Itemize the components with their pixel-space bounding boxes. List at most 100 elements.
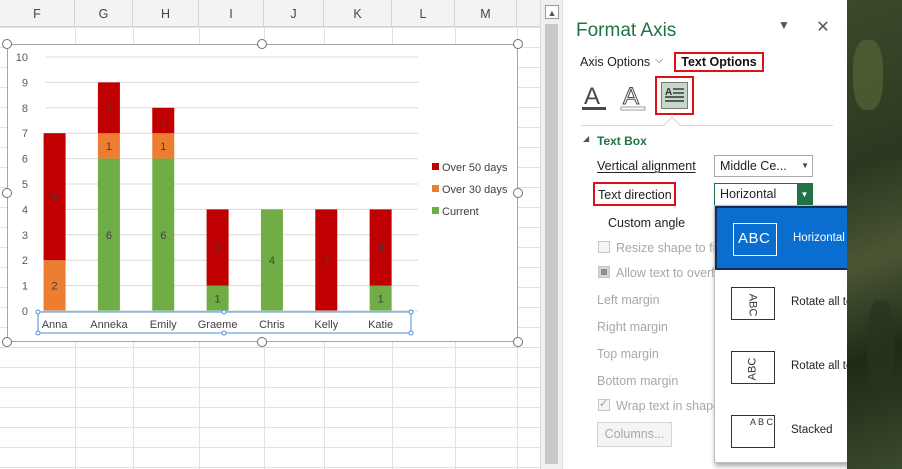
data-label: 1 [160, 116, 166, 128]
column-header-f[interactable]: F [0, 0, 75, 27]
y-tick-label: 1 [22, 281, 28, 293]
axis-handle [408, 330, 414, 336]
legend-swatch [432, 163, 439, 170]
axis-handle [221, 309, 227, 315]
axis-handle [35, 330, 41, 336]
stacked-preview-icon: A B C [731, 415, 775, 448]
text-direction-label: Text direction [598, 188, 672, 202]
allow-overflow-label: Allow text to overf [616, 266, 715, 280]
chart-resize-handle[interactable] [257, 39, 267, 49]
chart-resize-handle[interactable] [513, 188, 523, 198]
close-icon[interactable]: ✕ [813, 17, 833, 37]
column-header-i[interactable]: I [199, 0, 264, 27]
pane-divider-notch [663, 116, 681, 134]
pane-title: Format Axis [576, 20, 677, 41]
pane-divider [581, 125, 833, 126]
text-fill-icon[interactable]: A [580, 80, 610, 114]
axis-handle [35, 309, 41, 315]
background-photo [847, 0, 902, 469]
y-tick-label: 7 [22, 128, 28, 140]
y-tick-label: 9 [22, 77, 28, 89]
column-header-h[interactable]: H [133, 0, 199, 27]
rotate-270-preview-icon: ABC [731, 351, 775, 384]
option-label: Horizontal [793, 232, 845, 244]
text-outline-icon[interactable]: A [619, 80, 649, 114]
stacked-bar-chart[interactable]: 0 1 2 3 4 5 6 7 8 9 10 2 5 Anna 6 1 2 Anneka 6 1 1 Emily 1 3 Gra… [8, 45, 519, 343]
data-label: 1 [215, 293, 221, 305]
data-label: 3 [378, 243, 384, 255]
option-label: Stacked [791, 424, 833, 436]
bottom-margin-label: Bottom margin [597, 374, 679, 388]
column-headers: F G H I J K L M [0, 0, 540, 27]
dropdown-caret-icon[interactable]: ▼ [774, 18, 794, 36]
spreadsheet-area[interactable]: F G H I J K L M 0 1 2 3 4 5 6 7 8 9 10 2 5 Anna 6 1 2 Ann… [0, 0, 540, 469]
data-label: 1 [160, 141, 166, 153]
y-tick-label: 2 [22, 255, 28, 267]
x-tick-label: Anneka [90, 319, 128, 331]
y-tick-label: 8 [22, 103, 28, 115]
allow-overflow-checkbox[interactable] [598, 266, 610, 278]
y-tick-label: 10 [16, 52, 28, 64]
x-tick-label: Katie [368, 319, 393, 331]
y-tick-label: 5 [22, 179, 28, 191]
legend-label: Over 50 days [442, 162, 508, 174]
dropdown-arrow-icon[interactable]: ▼ [797, 184, 812, 205]
top-margin-label: Top margin [597, 347, 659, 361]
right-margin-label: Right margin [597, 320, 668, 334]
svg-text:A: A [584, 83, 600, 110]
vertical-alignment-value: Middle Ce... [720, 159, 787, 173]
y-tick-label: 6 [22, 154, 28, 166]
custom-angle-label: Custom angle [608, 216, 686, 230]
resize-shape-checkbox[interactable] [598, 241, 610, 253]
chart-resize-handle[interactable] [257, 337, 267, 347]
resize-shape-label: Resize shape to fit t [616, 241, 726, 255]
tab-axis-options[interactable]: Axis Options [580, 55, 650, 69]
column-header-g[interactable]: G [75, 0, 133, 27]
wrap-text-checkbox[interactable]: ✓ [598, 398, 610, 411]
text-direction-value: Horizontal [720, 187, 777, 201]
data-label: 4 [323, 255, 329, 267]
y-tick-label: 3 [22, 230, 28, 242]
vertical-scrollbar[interactable]: ▲ [540, 0, 562, 469]
x-tick-label: Chris [259, 319, 285, 331]
scrollbar-thumb[interactable] [545, 24, 558, 464]
axis-handle [221, 330, 227, 336]
axis-handle [408, 309, 414, 315]
data-label: 2 [52, 281, 58, 293]
x-tick-label: Graeme [198, 319, 238, 331]
y-tick-label: 0 [22, 306, 28, 318]
columns-button[interactable]: Columns... [597, 422, 672, 447]
chart-area[interactable]: 0 1 2 3 4 5 6 7 8 9 10 2 5 Anna 6 1 2 Anneka 6 1 1 Emily 1 3 Gra… [7, 44, 518, 342]
vertical-alignment-dropdown[interactable]: Middle Ce... ▼ [714, 155, 813, 177]
data-label: 6 [106, 230, 112, 242]
column-header-k[interactable]: K [324, 0, 392, 27]
column-header-m[interactable]: M [455, 0, 517, 27]
chevron-down-icon[interactable]: ⌵ [655, 54, 663, 67]
column-header-l[interactable]: L [392, 0, 455, 27]
chart-resize-handle[interactable] [2, 337, 12, 347]
vertical-alignment-label: Vertical alignment [597, 159, 696, 173]
data-label: 3 [215, 243, 221, 255]
collapse-triangle-icon[interactable]: ◢ [583, 134, 589, 143]
chart-resize-handle[interactable] [513, 337, 523, 347]
svg-text:A: A [623, 83, 639, 110]
chart-resize-handle[interactable] [513, 39, 523, 49]
x-tick-label: Anna [42, 319, 69, 331]
text-direction-dropdown[interactable]: Horizontal ▼ [714, 183, 813, 206]
data-label: 4 [269, 255, 275, 267]
y-tick-label: 4 [22, 204, 28, 216]
tab-text-options[interactable]: Text Options [674, 52, 764, 72]
legend-swatch [432, 185, 439, 192]
chart-resize-handle[interactable] [2, 39, 12, 49]
wrap-text-label: Wrap text in shape [616, 399, 720, 413]
data-label: 6 [160, 230, 166, 242]
scroll-up-arrow-icon[interactable]: ▲ [545, 5, 559, 19]
data-label: 5 [52, 192, 58, 204]
legend-label: Over 30 days [442, 184, 508, 196]
x-tick-label: Emily [150, 319, 177, 331]
rotate-90-preview-icon: ABC [731, 287, 775, 320]
chart-resize-handle[interactable] [2, 188, 12, 198]
column-header-j[interactable]: J [264, 0, 324, 27]
text-box-icon[interactable]: A [655, 76, 694, 115]
section-title-text-box[interactable]: Text Box [597, 134, 647, 148]
